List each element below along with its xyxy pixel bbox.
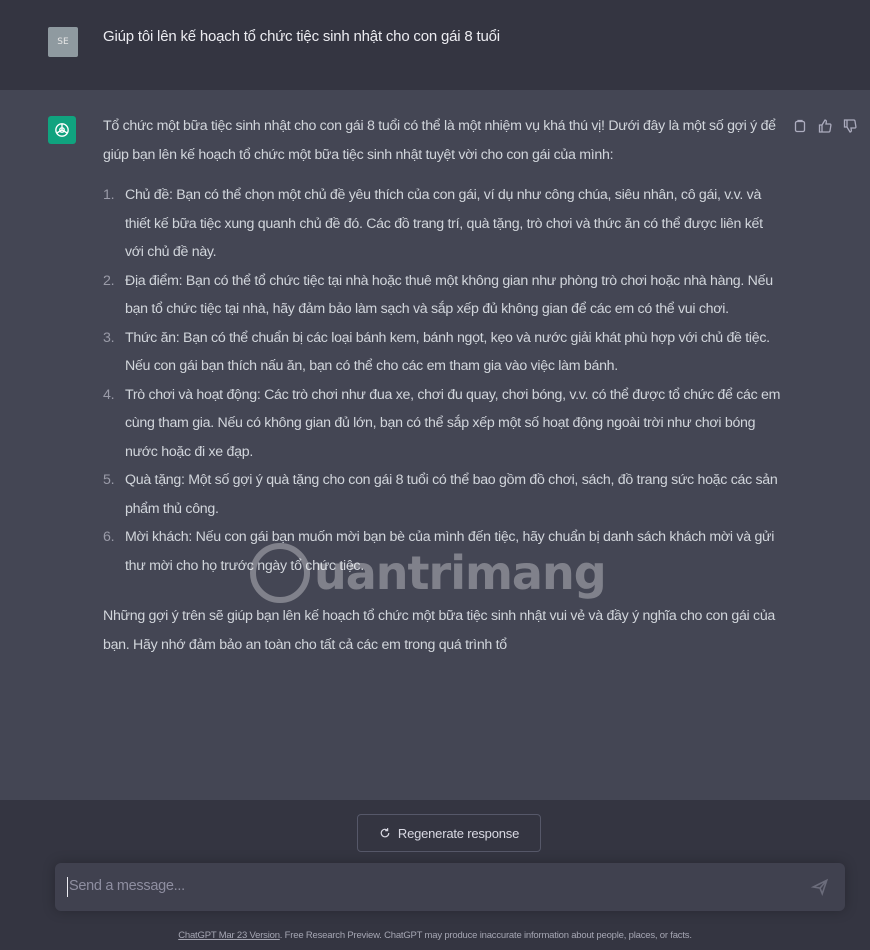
disclaimer-text: . Free Research Preview. ChatGPT may pro… xyxy=(279,930,692,941)
message-input-placeholder[interactable]: Send a message... xyxy=(69,878,185,894)
list-number: 3. xyxy=(103,329,115,346)
assistant-message-row: Tổ chức một bữa tiệc sinh nhật cho con g… xyxy=(0,90,870,800)
user-avatar: SE xyxy=(48,27,78,57)
list-item-text: Mời khách: Nếu con gái bạn muốn mời bạn … xyxy=(125,529,775,574)
regenerate-button[interactable]: Regenerate response xyxy=(357,814,541,852)
list-number: 4. xyxy=(103,386,115,403)
user-message-row: SE Giúp tôi lên kế hoạch tổ chức tiệc si… xyxy=(0,0,870,91)
list-number: 5. xyxy=(103,472,115,488)
chat-page: SE Giúp tôi lên kế hoạch tổ chức tiệc si… xyxy=(0,0,870,950)
list-number: 6. xyxy=(103,529,115,545)
input-area: Regenerate response Send a message... Ch… xyxy=(0,800,870,950)
list-item-text: Địa điểm: Bạn có thể tổ chức tiệc tại nh… xyxy=(125,272,773,318)
message-composer[interactable]: Send a message... xyxy=(55,863,845,911)
thumbs-up-icon[interactable] xyxy=(817,118,833,134)
refresh-icon xyxy=(380,828,390,838)
list-item: 2. Địa điểm: Bạn có thể tổ chức tiệc tại … xyxy=(103,267,785,324)
list-item: 4. Trò chơi và hoạt động: Các trò chơi nh… xyxy=(103,381,785,467)
list-item: 1. Chủ đề: Bạn có thể chọn một chủ đề yêu… xyxy=(103,181,785,267)
regenerate-label: Regenerate response xyxy=(397,825,520,841)
copy-icon[interactable] xyxy=(792,118,808,134)
answer-intro: Tổ chức một bữa tiệc sinh nhật cho con g… xyxy=(103,118,776,163)
list-item: 6. Mời khách: Nếu con gái bạn muốn mời bạ… xyxy=(103,523,785,580)
list-number: 2. xyxy=(103,272,115,289)
suggestion-list: 1. Chủ đề: Bạn có thể chọn một chủ đề yêu… xyxy=(103,181,785,580)
list-item-text: Trò chơi và hoạt động: Các trò chơi như … xyxy=(125,386,781,460)
text-cursor xyxy=(67,877,68,897)
user-message-text: Giúp tôi lên kế hoạch tổ chức tiệc sinh … xyxy=(103,28,500,45)
thumbs-down-icon[interactable] xyxy=(842,118,858,134)
list-item: 5. Quà tặng: Một số gợi ý quà tặng cho co… xyxy=(103,466,785,523)
footer-disclaimer: ChatGPT Mar 23 Version. Free Research Pr… xyxy=(0,930,870,941)
answer-closing: Những gợi ý trên sẽ giúp bạn lên kế hoạc… xyxy=(103,608,776,653)
assistant-message-text: Tổ chức một bữa tiệc sinh nhật cho con g… xyxy=(103,112,785,659)
message-actions xyxy=(792,118,868,136)
list-item: 3. Thức ăn: Bạn có thể chuẩn bị các loại … xyxy=(103,324,785,381)
list-item-text: Thức ăn: Bạn có thể chuẩn bị các loại bá… xyxy=(125,329,770,375)
list-item-text: Quà tặng: Một số gợi ý quà tặng cho con … xyxy=(125,472,778,517)
list-number: 1. xyxy=(103,187,115,203)
send-icon[interactable] xyxy=(810,878,829,897)
list-item-text: Chủ đề: Bạn có thể chọn một chủ đề yêu t… xyxy=(125,187,763,260)
version-link[interactable]: ChatGPT Mar 23 Version xyxy=(178,930,280,941)
openai-logo-icon xyxy=(48,116,76,144)
